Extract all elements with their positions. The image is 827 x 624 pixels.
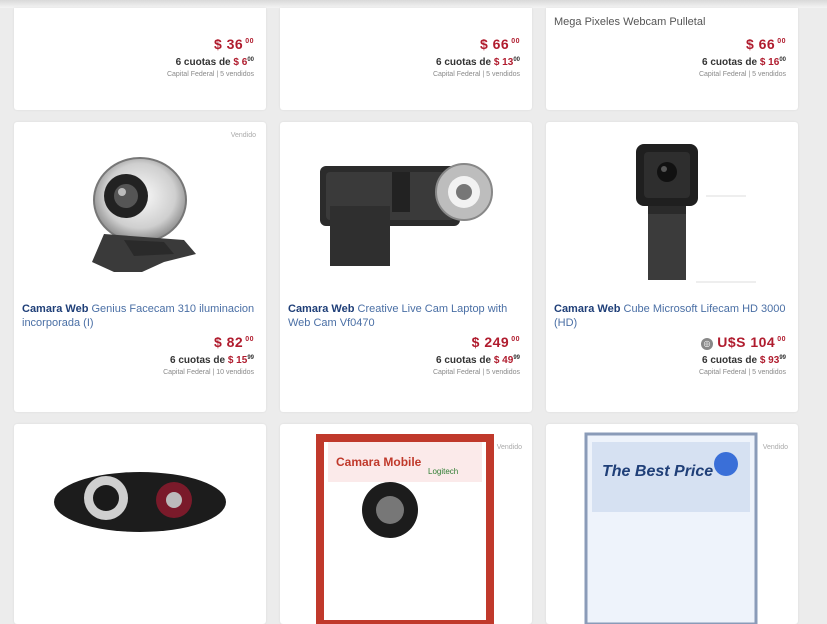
installments-prefix: 6 cuotas de [702, 57, 758, 68]
price-main: $ 249 [471, 334, 510, 350]
installments-cents: 00 [513, 57, 520, 63]
price: $ 66 00 [699, 36, 786, 52]
price: $ 249 00 [433, 334, 520, 350]
product-card[interactable]: $ 36 00 6 cuotas de $ 600 Capital Federal… [14, 8, 266, 110]
installments: 6 cuotas de $ 600 [167, 57, 254, 68]
box-text: The Best Price [602, 463, 713, 480]
installments-amount: $ 16 [759, 57, 780, 68]
brand-text: Logitech [428, 467, 458, 476]
title-bold: Camara Web [554, 303, 621, 315]
installments-amount: $ 93 [759, 355, 780, 366]
seller-info: Capital Federal | 5 vendidos [698, 71, 786, 78]
price: ◎ U$S 104 00 [699, 334, 786, 350]
installments-prefix: 6 cuotas de [436, 57, 492, 68]
title-bold: Camara Web [22, 303, 89, 315]
product-card[interactable]: Vendido The Best Price [546, 424, 798, 624]
price-cents: 00 [511, 336, 520, 343]
seller-info: Capital Federal | 5 vendidos [698, 369, 786, 376]
installments-amount: $ 15 [227, 355, 248, 366]
pricing: $ 66 00 6 cuotas de $ 1300 Capital Federa… [433, 36, 520, 78]
price-cents: 00 [777, 38, 786, 45]
price-cents: 00 [245, 38, 254, 45]
installments-amount: $ 49 [493, 355, 514, 366]
webcam-image[interactable] [14, 424, 266, 624]
price-cents: 00 [777, 336, 786, 343]
seller-info: Capital Federal | 5 vendidos [166, 71, 254, 78]
product-title[interactable]: Camara Web Creative Live Cam Laptop with… [288, 302, 528, 330]
installments: 6 cuotas de $ 1599 [163, 355, 254, 366]
installments-cents: 00 [247, 57, 254, 63]
product-box-image[interactable]: Camara Mobile Logitech [280, 424, 532, 624]
product-grid: $ 36 00 6 cuotas de $ 600 Capital Federal… [14, 8, 798, 624]
webcam-image[interactable] [280, 122, 532, 302]
installments: 6 cuotas de $ 4999 [433, 355, 520, 366]
price-main: U$S 104 [717, 334, 776, 350]
product-box-image[interactable]: The Best Price [546, 424, 798, 624]
product-card[interactable]: Camara Web Cube Microsoft Lifecam HD 300… [546, 122, 798, 412]
price-main: $ 36 [213, 36, 244, 52]
top-bar [0, 0, 827, 8]
pricing: $ 249 00 6 cuotas de $ 4999 Capital Feder… [433, 334, 520, 376]
product-card[interactable]: Mega Pixeles Webcam Pulletal $ 66 00 6 cu… [546, 8, 798, 110]
installments-prefix: 6 cuotas de [175, 57, 231, 68]
product-card[interactable] [14, 424, 266, 624]
webcam-image[interactable] [14, 122, 266, 302]
installments-prefix: 6 cuotas de [702, 355, 758, 366]
product-card[interactable]: Camara Web Creative Live Cam Laptop with… [280, 122, 532, 412]
pricing: ◎ U$S 104 00 6 cuotas de $ 9399 Capital Fe… [699, 334, 786, 376]
price-main: $ 82 [213, 334, 244, 350]
installments-prefix: 6 cuotas de [170, 355, 226, 366]
price-main: $ 66 [479, 36, 510, 52]
pricing: $ 82 00 6 cuotas de $ 1599 Capital Federa… [163, 334, 254, 376]
product-title[interactable]: Camara Web Cube Microsoft Lifecam HD 300… [554, 302, 794, 330]
seller-info: Capital Federal | 10 vendidos [163, 369, 254, 376]
installments-cents: 00 [779, 57, 786, 63]
pricing: $ 36 00 6 cuotas de $ 600 Capital Federal… [167, 36, 254, 78]
installments-amount: $ 13 [493, 57, 514, 68]
installments-amount: $ 6 [233, 57, 248, 68]
price: $ 82 00 [163, 334, 254, 350]
installments-cents: 99 [513, 355, 520, 361]
price-cents: 00 [245, 336, 254, 343]
box-text: Camara Mobile [336, 455, 422, 469]
product-card[interactable]: Vendido Camara Mobile Logitech [280, 424, 532, 624]
pricing: $ 66 00 6 cuotas de $ 1600 Capital Federa… [699, 36, 786, 78]
price-cents: 00 [511, 38, 520, 45]
installments-prefix: 6 cuotas de [436, 355, 492, 366]
seller-info: Capital Federal | 5 vendidos [432, 71, 520, 78]
webcam-image[interactable] [546, 122, 798, 302]
product-card[interactable]: $ 66 00 6 cuotas de $ 1300 Capital Federa… [280, 8, 532, 110]
price: $ 66 00 [433, 36, 520, 52]
installments: 6 cuotas de $ 9399 [699, 355, 786, 366]
seller-info: Capital Federal | 5 vendidos [432, 369, 520, 376]
title-bold: Camara Web [288, 303, 355, 315]
installments: 6 cuotas de $ 1600 [699, 57, 786, 68]
installments: 6 cuotas de $ 1300 [433, 57, 520, 68]
product-title[interactable]: Mega Pixeles Webcam Pulletal [554, 16, 705, 28]
price: $ 36 00 [167, 36, 254, 52]
installments-cents: 99 [247, 355, 254, 361]
installments-cents: 99 [779, 355, 786, 361]
product-title[interactable]: Camara Web Genius Facecam 310 iluminacio… [22, 302, 262, 330]
globe-icon: ◎ [701, 338, 714, 350]
product-card[interactable]: Vendido Camara Web Genius Facecam 310 il… [14, 122, 266, 412]
price-main: $ 66 [745, 36, 776, 52]
